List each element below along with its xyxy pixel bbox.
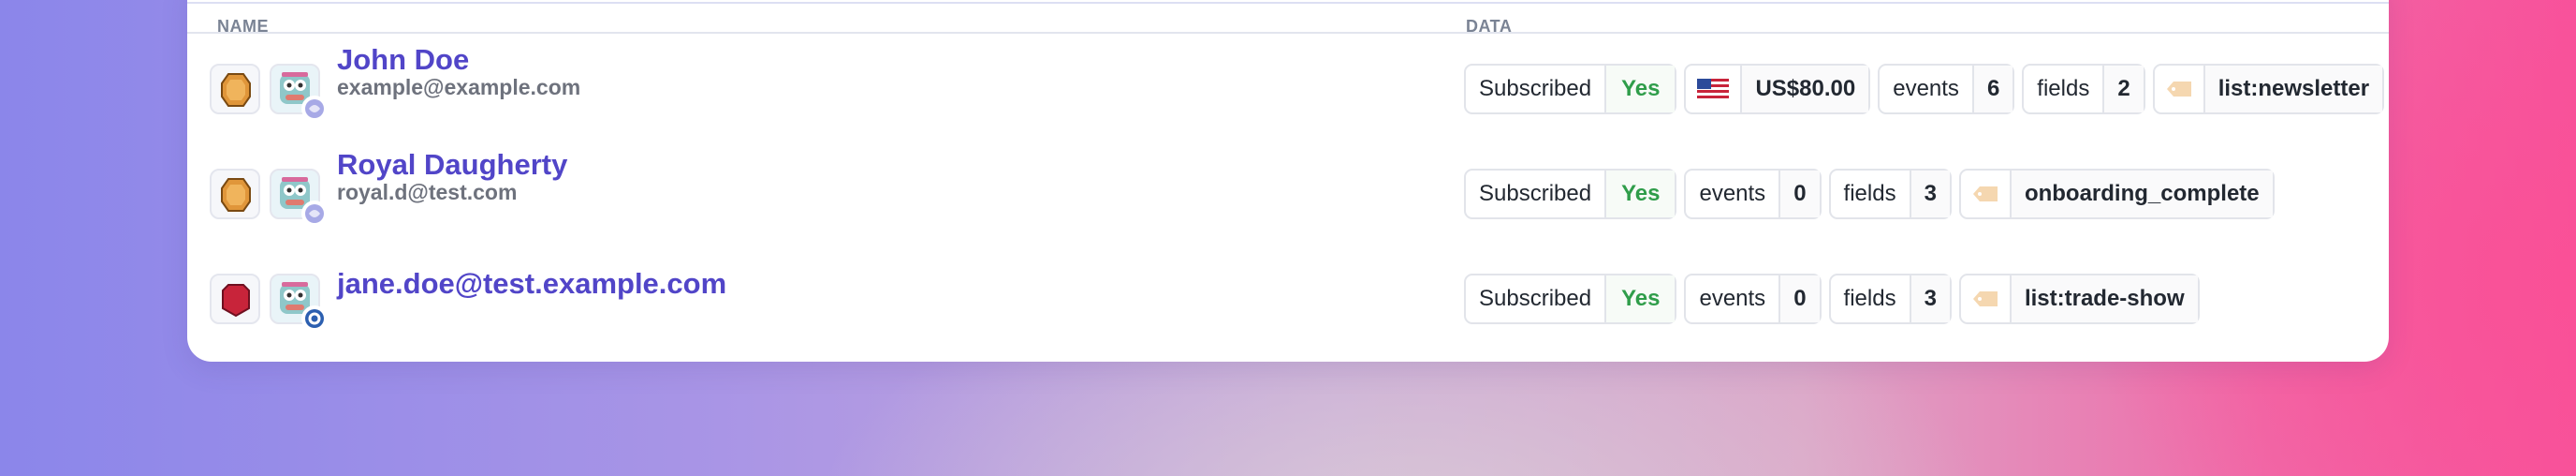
globe-icon <box>301 201 328 227</box>
events-count: 6 <box>1971 66 2013 112</box>
tag-label: list:trade-show <box>2009 275 2198 322</box>
column-header-name: NAME <box>217 17 269 36</box>
target-icon <box>301 305 328 332</box>
events-label: events <box>1893 76 1959 101</box>
fields-label: fields <box>1843 181 1896 206</box>
fields-label: fields <box>1843 286 1896 311</box>
data-chips: Subscribed Yes events 0 fields 3 list:tr… <box>1464 274 2200 324</box>
avatar <box>270 64 328 122</box>
tag-icon <box>2155 66 2203 112</box>
table-row[interactable]: jane.doe@test.example.com Subscribed Yes… <box>187 245 2389 349</box>
column-header-data: DATA <box>1466 17 1513 36</box>
fields-chip[interactable]: fields 3 <box>1828 169 1952 219</box>
contact-name-link[interactable]: Royal Daugherty <box>337 148 567 182</box>
fields-label: fields <box>2037 76 2090 101</box>
events-chip[interactable]: events 6 <box>1878 64 2015 114</box>
subscribed-chip[interactable]: Subscribed Yes <box>1464 64 1677 114</box>
tag-chip[interactable]: onboarding_complete <box>1958 169 2275 219</box>
globe-icon <box>301 96 328 122</box>
fields-count: 3 <box>1909 275 1950 322</box>
data-chips: Subscribed Yes events 0 fields 3 onboard… <box>1464 169 2275 219</box>
tier-badge-icon <box>210 169 260 219</box>
fields-count: 3 <box>1909 171 1950 217</box>
table-header <box>187 2 2389 34</box>
subscribed-value: Yes <box>1604 275 1676 322</box>
tag-icon <box>1961 171 2010 217</box>
tag-label: onboarding_complete <box>2009 171 2273 217</box>
events-chip[interactable]: events 0 <box>1684 169 1822 219</box>
subscribed-label: Subscribed <box>1479 286 1592 311</box>
events-chip[interactable]: events 0 <box>1684 274 1822 324</box>
contacts-table-card: NAME DATA John Doe example@example.com S… <box>187 0 2389 362</box>
subscribed-label: Subscribed <box>1479 76 1592 101</box>
table-row[interactable]: John Doe example@example.com Subscribed … <box>187 36 2389 139</box>
subscribed-label: Subscribed <box>1479 181 1592 206</box>
events-count: 0 <box>1778 171 1820 217</box>
events-label: events <box>1699 286 1766 311</box>
contact-email: royal.d@test.com <box>337 180 518 204</box>
avatar <box>270 169 328 227</box>
contact-email: example@example.com <box>337 75 581 99</box>
events-label: events <box>1699 181 1766 206</box>
contact-name-link[interactable]: John Doe <box>337 43 469 77</box>
tag-icon <box>1961 275 2010 322</box>
tier-badge-icon <box>210 274 260 324</box>
data-chips: Subscribed Yes US$80.00 events 6 fields … <box>1464 64 2385 114</box>
avatar <box>270 274 328 332</box>
subscribed-chip[interactable]: Subscribed Yes <box>1464 169 1677 219</box>
revenue-chip[interactable]: US$80.00 <box>1684 64 1871 114</box>
table-row[interactable]: Royal Daugherty royal.d@test.com Subscri… <box>187 141 2389 244</box>
fields-chip[interactable]: fields 2 <box>2022 64 2145 114</box>
tag-label: list:newsletter <box>2203 66 2383 112</box>
revenue-value: US$80.00 <box>1740 66 1869 112</box>
fields-chip[interactable]: fields 3 <box>1828 274 1952 324</box>
fields-count: 2 <box>2102 66 2144 112</box>
us-flag-icon <box>1686 66 1740 112</box>
subscribed-chip[interactable]: Subscribed Yes <box>1464 274 1677 324</box>
contact-name-link[interactable]: jane.doe@test.example.com <box>337 267 726 301</box>
tag-chip[interactable]: list:trade-show <box>1958 274 2200 324</box>
events-count: 0 <box>1778 275 1820 322</box>
tag-chip[interactable]: list:newsletter <box>2152 64 2385 114</box>
subscribed-value: Yes <box>1604 66 1676 112</box>
tier-badge-icon <box>210 64 260 114</box>
subscribed-value: Yes <box>1604 171 1676 217</box>
